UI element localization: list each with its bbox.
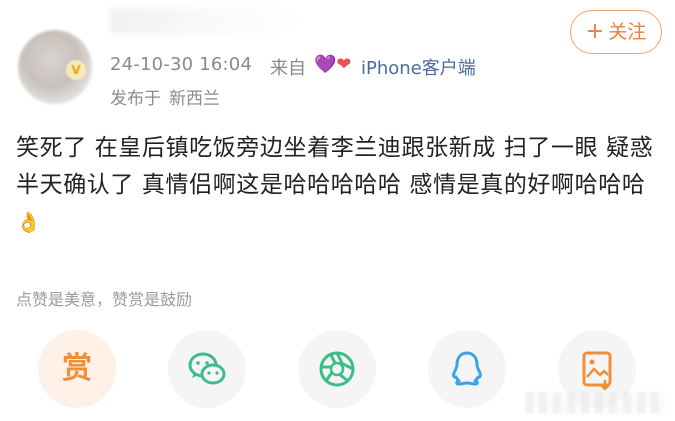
share-wechat-button[interactable] (168, 330, 246, 408)
ok-hand-emoji: 👌 (16, 210, 42, 234)
purple-heart-icon: 💜 (314, 54, 337, 75)
watermark (525, 392, 665, 414)
post-time: 24-10-30 16:04 (110, 54, 253, 75)
username-blurred[interactable] (110, 8, 305, 34)
client-link[interactable]: iPhone客户端 (361, 54, 476, 80)
source-label: 来自 (270, 58, 306, 79)
red-heart-icon: ❤ (336, 54, 352, 75)
hearts-icon: 💜❤ (314, 54, 352, 75)
follow-label: 关注 (608, 21, 647, 43)
location-value: 新西兰 (169, 89, 220, 109)
post-text: 笑死了 在皇后镇吃饭旁边坐着李兰迪跟张新成 扫了一眼 疑惑半天确认了 真情侣啊这… (16, 130, 661, 241)
wechat-icon (188, 352, 226, 385)
reward-button[interactable]: 赏 (38, 330, 116, 408)
reward-tip: 点赞是美意，赞赏是鼓励 (16, 290, 193, 309)
qq-icon (452, 351, 482, 386)
save-image-icon (582, 351, 612, 391)
moments-icon (319, 351, 355, 387)
location-label: 发布于 (110, 89, 161, 109)
share-moments-button[interactable] (298, 330, 376, 408)
verified-badge-icon: V (66, 60, 86, 80)
share-qq-button[interactable] (428, 330, 506, 408)
reward-icon: 赏 (62, 351, 92, 386)
post-content: 笑死了 在皇后镇吃饭旁边坐着李兰迪跟张新成 扫了一眼 疑惑半天确认了 真情侣啊这… (16, 135, 654, 198)
plus-icon: + (585, 19, 605, 44)
follow-button[interactable]: + 关注 (570, 10, 662, 54)
location-line: 发布于 新西兰 (110, 84, 220, 109)
